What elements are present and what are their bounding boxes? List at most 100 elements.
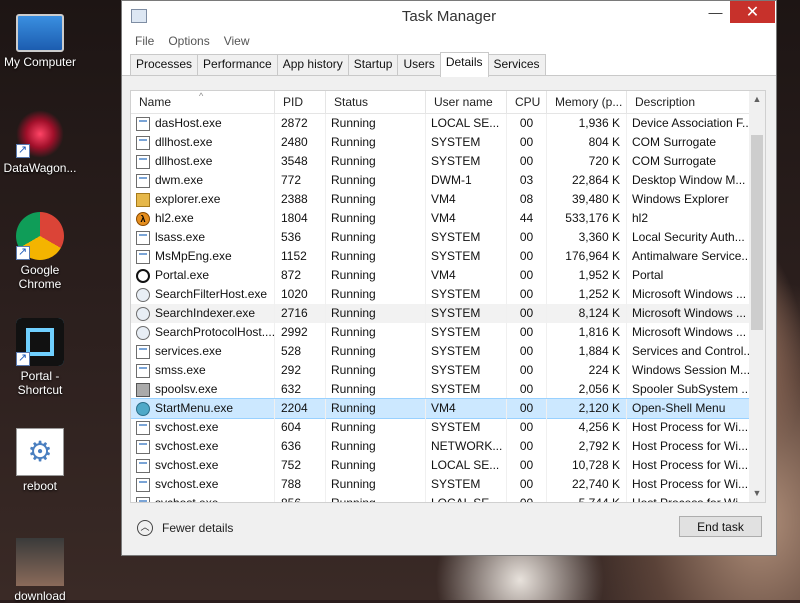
printer-process-icon [136,382,150,397]
process-name-text: hl2.exe [155,211,194,225]
process-memory: 224 K [547,361,627,380]
process-cpu: 00 [507,152,547,171]
desktop-icon-label: My Computer [3,55,77,69]
process-name: svchost.exe [131,456,275,475]
process-user: VM4 [426,399,507,418]
menu-view[interactable]: View [217,31,257,51]
process-name: Portal.exe [131,266,275,285]
table-row[interactable]: spoolsv.exe 632 Running SYSTEM 00 2,056 K Spoo… [131,380,751,399]
column-header-description[interactable]: Description [627,91,751,113]
process-user: SYSTEM [426,133,507,152]
start-process-icon [136,401,150,416]
process-description: Windows Session M... [627,361,751,380]
process-memory: 4,256 K [547,418,627,437]
end-task-button[interactable]: End task [679,516,762,537]
process-cpu: 00 [507,228,547,247]
tab-users[interactable]: Users [397,54,441,75]
table-row[interactable]: dwm.exe 772 Running DWM-1 03 22,864 K Desktop … [131,171,751,190]
process-name: svchost.exe [131,418,275,437]
process-name: svchost.exe [131,475,275,494]
tab-services[interactable]: Services [487,54,546,75]
table-row[interactable]: MsMpEng.exe 1152 Running SYSTEM 00 176,964 KA… [131,247,751,266]
table-row[interactable]: explorer.exe 2388 Running VM4 08 39,480 K Wind… [131,190,751,209]
desktop-icon-datawagon[interactable]: DataWagon... [0,110,80,175]
column-header-pid[interactable]: PID [275,91,326,113]
scroll-up-arrow-icon[interactable]: ▲ [749,91,765,108]
tab-app-history[interactable]: App history [276,54,349,75]
scroll-down-arrow-icon[interactable]: ▼ [749,485,765,502]
menu-file[interactable]: File [128,31,161,51]
column-header-cpu[interactable]: CPU [507,91,547,113]
process-memory: 8,124 K [547,304,627,323]
process-description: Open-Shell Menu [627,399,751,418]
process-pid: 2204 [275,399,326,418]
process-pid: 2872 [275,114,326,133]
process-status: Running [326,209,426,228]
desktop-icon-portal[interactable]: Portal - Shortcut [0,318,80,397]
menu-bar: File Options View [122,31,776,51]
process-description: Desktop Window M... [627,171,751,190]
desktop-icon-reboot[interactable]: ⚙ reboot [0,428,80,493]
table-row[interactable]: lsass.exe 536 Running SYSTEM 00 3,360 K Local … [131,228,751,247]
window-controls: — ✕ [701,1,775,23]
tab-details[interactable]: Details [439,52,489,77]
table-row[interactable]: SearchIndexer.exe 2716 Running SYSTEM 00 8,12… [131,304,751,323]
process-description: Windows Explorer [627,190,751,209]
title-bar[interactable]: Task Manager — ✕ [122,1,776,31]
desktop-icon-label: download [14,589,66,603]
fewer-details-label: Fewer details [162,521,234,535]
process-pid: 636 [275,437,326,456]
table-row[interactable]: StartMenu.exe 2204 Running VM4 00 2,120 K Open… [131,398,752,419]
table-row[interactable]: Portal.exe 872 Running VM4 00 1,952 K Portal [131,266,751,285]
process-cpu: 00 [507,437,547,456]
tab-startup[interactable]: Startup [347,54,399,75]
sort-ascending-icon: ^ [199,91,204,101]
table-row[interactable]: λ hl2.exe 1804 Running VM4 44 533,176 Khl2 [131,209,751,228]
table-row[interactable]: services.exe 528 Running SYSTEM 00 1,884 K Ser… [131,342,751,361]
desktop-icon-photo[interactable]: download [0,538,80,603]
menu-options[interactable]: Options [161,31,216,51]
table-row[interactable]: dllhost.exe 2480 Running SYSTEM 00 804 K COM S… [131,133,751,152]
column-header-memory[interactable]: Memory (p... [547,91,627,113]
process-rows: dasHost.exe 2872 Running LOCAL SE... 00 1,936… [131,114,752,502]
tab-processes[interactable]: Processes [130,54,199,75]
process-user: SYSTEM [426,380,507,399]
process-cpu: 00 [507,361,547,380]
process-name-text: SearchProtocolHost.... [155,325,275,339]
process-description: Microsoft Windows ... [627,304,751,323]
column-header-user-name[interactable]: User name [426,91,507,113]
column-header-status[interactable]: Status [326,91,426,113]
column-header-name[interactable]: Name ^ [131,91,275,113]
process-name: dasHost.exe [131,114,275,133]
process-status: Running [326,285,426,304]
process-pid: 2716 [275,304,326,323]
desktop-icon-computer[interactable]: My Computer [0,8,80,69]
table-row[interactable]: SearchFilterHost.exe 1020 Running SYSTEM 00 1… [131,285,751,304]
table-row[interactable]: svchost.exe 788 Running SYSTEM 00 22,740 K Hos… [131,475,751,494]
tab-performance[interactable]: Performance [197,54,278,75]
scroll-thumb[interactable] [751,135,763,330]
table-row[interactable]: dasHost.exe 2872 Running LOCAL SE... 00 1,936… [131,114,751,133]
search-process-icon [136,306,150,321]
table-row[interactable]: svchost.exe 604 Running SYSTEM 00 4,256 K Host… [131,418,751,437]
table-row[interactable]: svchost.exe 636 Running NETWORK... 00 2,792 K… [131,437,751,456]
table-row[interactable]: svchost.exe 752 Running LOCAL SE... 00 10,728… [131,456,751,475]
process-user: LOCAL SE... [426,456,507,475]
process-name-text: MsMpEng.exe [155,249,232,263]
table-row[interactable]: SearchProtocolHost.... 2992 Running SYSTEM 0… [131,323,751,342]
process-user: SYSTEM [426,285,507,304]
table-row[interactable]: dllhost.exe 3548 Running SYSTEM 00 720 K COM S… [131,152,751,171]
desktop-icon-chrome[interactable]: Google Chrome [0,212,80,291]
process-status: Running [326,437,426,456]
table-row[interactable]: smss.exe 292 Running SYSTEM 00 224 K Windows S… [131,361,751,380]
generic-process-icon [136,154,150,169]
process-pid: 632 [275,380,326,399]
minimize-button[interactable]: — [701,1,730,23]
generic-process-icon [136,135,150,150]
close-button[interactable]: ✕ [730,1,775,23]
fewer-details-button[interactable]: ︿ Fewer details [137,520,233,536]
process-pid: 1804 [275,209,326,228]
process-name: explorer.exe [131,190,275,209]
vertical-scrollbar[interactable]: ▲ ▼ [749,91,765,502]
process-status: Running [326,342,426,361]
